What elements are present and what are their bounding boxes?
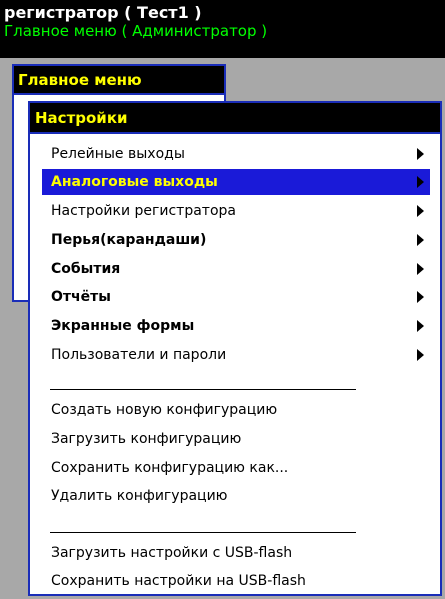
menu-item-label: События (51, 261, 121, 277)
menu-item-pens[interactable]: Перья(карандаши) (42, 227, 430, 253)
menu-path: Главное меню ( Администратор ) (4, 22, 268, 40)
menu-item-label: Аналоговые выходы (51, 174, 218, 190)
menu-item-load-config[interactable]: Загрузить конфигурацию (42, 426, 430, 452)
menu-item-label: Релейные выходы (51, 146, 185, 162)
menu-item-label: Отчёты (51, 289, 111, 305)
submenu-arrow-icon (417, 320, 424, 332)
submenu-arrow-icon (417, 205, 424, 217)
menu-item-analog-outputs[interactable]: Аналоговые выходы (42, 169, 430, 195)
menu-item-reports[interactable]: Отчёты (42, 284, 430, 310)
menu-item-label: Экранные формы (51, 318, 195, 334)
submenu-arrow-icon (417, 148, 424, 160)
menu-separator (50, 532, 356, 533)
submenu-arrow-icon (417, 349, 424, 361)
menu-item-users-passwords[interactable]: Пользователи и пароли (42, 342, 430, 368)
menu-item-delete-config[interactable]: Удалить конфигурацию (42, 483, 430, 509)
menu-separator (50, 389, 356, 390)
submenu-arrow-icon (417, 263, 424, 275)
menu-item-recorder-settings[interactable]: Настройки регистратора (42, 198, 430, 224)
menu-item-screen-forms[interactable]: Экранные формы (42, 313, 430, 339)
submenu-arrow-icon (417, 291, 424, 303)
window-header: регистратор ( Тест1 ) Главное меню ( Адм… (0, 0, 445, 58)
menu-item-label: Сохранить конфигурацию как... (51, 460, 289, 476)
menu-item-save-config-as[interactable]: Сохранить конфигурацию как... (42, 455, 430, 481)
menu-item-label: Пользователи и пароли (51, 347, 227, 363)
menu-item-load-usb[interactable]: Загрузить настройки с USB-flash (42, 540, 430, 566)
menu-item-create-config[interactable]: Создать новую конфигурацию (42, 397, 430, 423)
menu-item-label: Загрузить настройки с USB-flash (51, 545, 293, 561)
menu-item-relay-outputs[interactable]: Релейные выходы (42, 141, 430, 167)
menu-item-label: Удалить конфигурацию (51, 488, 228, 504)
menu-item-save-usb[interactable]: Сохранить настройки на USB-flash (42, 568, 430, 594)
menu-item-label: Настройки регистратора (51, 203, 236, 219)
settings-titlebar: Настройки (30, 103, 440, 134)
settings-title: Настройки (35, 109, 128, 127)
menu-item-label: Загрузить конфигурацию (51, 431, 242, 447)
menu-item-label: Создать новую конфигурацию (51, 402, 278, 418)
menu-item-label: Перья(карандаши) (51, 232, 207, 248)
device-title: регистратор ( Тест1 ) (4, 3, 202, 22)
submenu-arrow-icon (417, 176, 424, 188)
main-menu-title: Главное меню (18, 71, 142, 89)
menu-item-label: Сохранить настройки на USB-flash (51, 573, 306, 589)
settings-panel: Настройки Релейные выходы Аналоговые вых… (28, 101, 442, 596)
submenu-arrow-icon (417, 234, 424, 246)
menu-item-events[interactable]: События (42, 256, 430, 282)
main-menu-titlebar: Главное меню (14, 66, 224, 95)
